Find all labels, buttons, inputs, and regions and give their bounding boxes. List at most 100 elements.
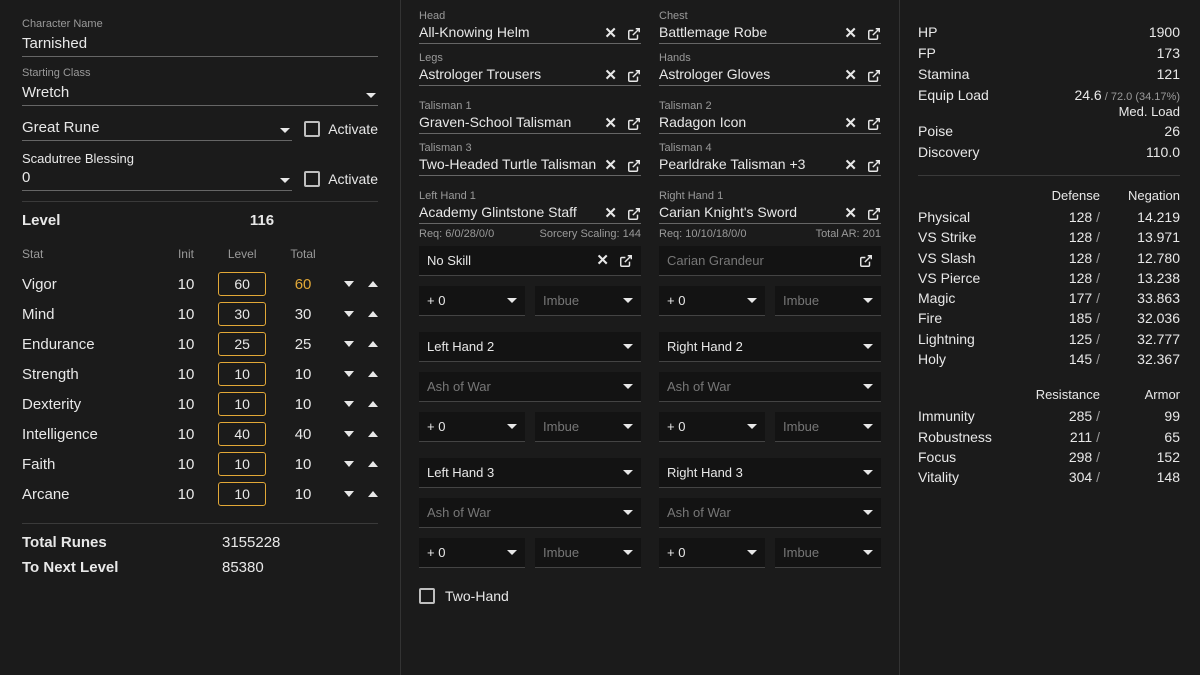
dropdown[interactable]: Imbue — [535, 412, 641, 442]
dropdown[interactable]: + 0 — [419, 538, 525, 568]
stat-increase-button[interactable] — [368, 281, 378, 287]
weapon-slot[interactable]: Left Hand 1Academy Glintstone Staff✕ — [419, 190, 641, 224]
neg-value: 13.971 — [1100, 227, 1180, 247]
stat-level-input[interactable]: 30 — [218, 302, 266, 326]
open-external-icon[interactable] — [627, 159, 641, 173]
clear-icon[interactable]: ✕ — [844, 206, 857, 221]
starting-class-select[interactable]: Wretch — [22, 81, 378, 106]
dropdown[interactable]: Right Hand 3 — [659, 458, 881, 488]
stat-total: 10 — [275, 396, 331, 413]
open-external-icon[interactable] — [627, 69, 641, 83]
gear-slot[interactable]: Talisman 4Pearldrake Talisman +3✕ — [659, 142, 881, 176]
open-external-icon[interactable] — [627, 117, 641, 131]
clear-icon[interactable]: ✕ — [844, 158, 857, 173]
stat-decrease-button[interactable] — [344, 431, 354, 437]
dropdown[interactable]: Imbue — [535, 286, 641, 316]
open-external-icon[interactable] — [867, 207, 881, 221]
stat-increase-button[interactable] — [368, 371, 378, 377]
dropdown[interactable]: Imbue — [775, 286, 881, 316]
neg-value: 32.777 — [1100, 329, 1180, 349]
def-label: Magic — [918, 288, 1014, 308]
clear-icon[interactable]: ✕ — [604, 116, 617, 131]
clear-icon[interactable]: ✕ — [844, 116, 857, 131]
dropdown[interactable]: Ash of War — [659, 498, 881, 528]
neg-value: 13.238 — [1100, 268, 1180, 288]
stat-decrease-button[interactable] — [344, 311, 354, 317]
open-external-icon[interactable] — [859, 254, 873, 268]
dropdown[interactable]: Imbue — [535, 538, 641, 568]
stat-decrease-button[interactable] — [344, 371, 354, 377]
great-rune-select[interactable]: Great Rune — [22, 116, 292, 141]
open-external-icon[interactable] — [627, 27, 641, 41]
dropdown[interactable]: Right Hand 2 — [659, 332, 881, 362]
gear-slot[interactable]: HeadAll-Knowing Helm✕ — [419, 10, 641, 44]
weapon-slot[interactable]: Right Hand 1Carian Knight's Sword✕ — [659, 190, 881, 224]
char-name-input[interactable] — [22, 32, 378, 57]
clear-icon[interactable]: ✕ — [604, 26, 617, 41]
ash-of-war-select[interactable]: No Skill✕ — [419, 246, 641, 276]
dropdown[interactable]: + 0 — [419, 286, 525, 316]
def-value: 128 — [1014, 248, 1100, 268]
open-external-icon[interactable] — [867, 117, 881, 131]
clear-icon[interactable]: ✕ — [604, 206, 617, 221]
stat-decrease-button[interactable] — [344, 341, 354, 347]
def-label: Holy — [918, 349, 1014, 369]
gear-slot[interactable]: HandsAstrologer Gloves✕ — [659, 52, 881, 86]
stat-name: Intelligence — [22, 426, 163, 443]
stat-level-input[interactable]: 40 — [218, 422, 266, 446]
stat-level-input[interactable]: 25 — [218, 332, 266, 356]
stat-increase-button[interactable] — [368, 461, 378, 467]
stat-level-input[interactable]: 60 — [218, 272, 266, 296]
stat-increase-button[interactable] — [368, 341, 378, 347]
stat-level-input[interactable]: 10 — [218, 392, 266, 416]
open-external-icon[interactable] — [867, 159, 881, 173]
dropdown[interactable]: Left Hand 3 — [419, 458, 641, 488]
gear-slot[interactable]: Talisman 1Graven-School Talisman✕ — [419, 100, 641, 134]
clear-icon[interactable]: ✕ — [596, 253, 609, 268]
ash-of-war-select[interactable]: Carian Grandeur — [659, 246, 881, 276]
clear-icon[interactable]: ✕ — [844, 26, 857, 41]
clear-icon[interactable]: ✕ — [844, 68, 857, 83]
stat-level-input[interactable]: 10 — [218, 362, 266, 386]
open-external-icon[interactable] — [867, 27, 881, 41]
class-label: Starting Class — [22, 67, 378, 79]
dropdown[interactable]: Imbue — [775, 412, 881, 442]
open-external-icon[interactable] — [867, 69, 881, 83]
great-rune-activate-checkbox[interactable]: Activate — [304, 121, 378, 141]
stat-increase-button[interactable] — [368, 491, 378, 497]
level-value: 116 — [222, 212, 302, 229]
stat-level-input[interactable]: 10 — [218, 452, 266, 476]
stat-decrease-button[interactable] — [344, 281, 354, 287]
stat-decrease-button[interactable] — [344, 401, 354, 407]
stat-level-input[interactable]: 10 — [218, 482, 266, 506]
clear-icon[interactable]: ✕ — [604, 158, 617, 173]
scadu-activate-checkbox[interactable]: Activate — [304, 171, 378, 191]
chevron-down-icon — [623, 470, 633, 475]
open-external-icon[interactable] — [627, 207, 641, 221]
stat-increase-button[interactable] — [368, 401, 378, 407]
gear-slot[interactable]: Talisman 3Two-Headed Turtle Talisman✕ — [419, 142, 641, 176]
stat-decrease-button[interactable] — [344, 491, 354, 497]
gear-slot[interactable]: LegsAstrologer Trousers✕ — [419, 52, 641, 86]
two-hand-checkbox[interactable] — [419, 588, 435, 604]
scadu-select[interactable]: 0 — [22, 166, 292, 191]
dropdown[interactable]: + 0 — [419, 412, 525, 442]
dropdown[interactable]: + 0 — [659, 412, 765, 442]
gear-slot[interactable]: ChestBattlemage Robe✕ — [659, 10, 881, 44]
dropdown[interactable]: Ash of War — [419, 372, 641, 402]
dropdown[interactable]: + 0 — [659, 538, 765, 568]
def-label: Vitality — [918, 467, 1014, 487]
dropdown[interactable]: Left Hand 2 — [419, 332, 641, 362]
stat-decrease-button[interactable] — [344, 461, 354, 467]
load-type: Med. Load — [918, 104, 1180, 119]
open-external-icon[interactable] — [619, 254, 633, 268]
stat-increase-button[interactable] — [368, 311, 378, 317]
dropdown[interactable]: Ash of War — [419, 498, 641, 528]
clear-icon[interactable]: ✕ — [604, 68, 617, 83]
dropdown[interactable]: + 0 — [659, 286, 765, 316]
stat-increase-button[interactable] — [368, 431, 378, 437]
chevron-down-icon — [623, 344, 633, 349]
dropdown[interactable]: Ash of War — [659, 372, 881, 402]
dropdown[interactable]: Imbue — [775, 538, 881, 568]
gear-slot[interactable]: Talisman 2Radagon Icon✕ — [659, 100, 881, 134]
